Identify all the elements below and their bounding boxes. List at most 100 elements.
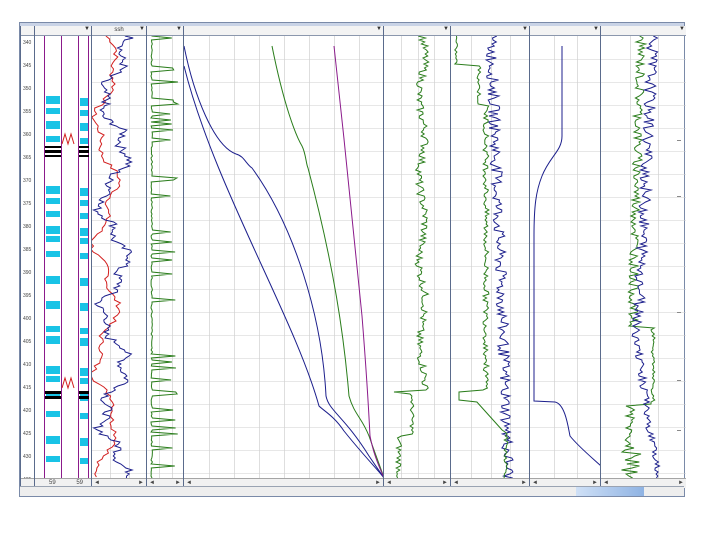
res1-curve (384, 36, 450, 478)
res2-panel (451, 36, 529, 478)
edge-tick (677, 140, 681, 141)
lithology-block (80, 378, 88, 384)
edge-tick (677, 312, 681, 313)
track-header (21, 26, 34, 36)
depth-label: 400 (23, 316, 32, 322)
pressure-purple (333, 45, 383, 477)
res1-panel (384, 36, 450, 478)
track-header[interactable]: ▼ (184, 26, 383, 36)
lithology-block (46, 186, 60, 194)
lithology-block (46, 411, 60, 417)
depth-label: 345 (23, 63, 32, 69)
res2-curves (451, 36, 529, 478)
lithology-coal (45, 391, 61, 394)
lithology-block (46, 326, 60, 332)
lithology-block (46, 108, 60, 114)
track-depth: 340 345 350 355 360 365 370 375 380 385 390 395 400 4… (20, 26, 34, 488)
depth-label: 405 (23, 339, 32, 345)
res2-blue-curve (484, 36, 514, 478)
depth-label: 385 (23, 247, 32, 253)
track-temp: ▼ ◄ ► (529, 26, 600, 488)
edge-tick (677, 380, 681, 381)
pressure-curves (184, 36, 383, 478)
lithology-block (46, 96, 60, 104)
lithology-block (80, 328, 88, 334)
track-header[interactable]: ▼ (601, 26, 686, 36)
dropdown-icon[interactable]: ▼ (139, 26, 145, 32)
dropdown-icon[interactable]: ▼ (679, 26, 685, 32)
lithology-block (80, 238, 88, 244)
logs-panel (601, 36, 686, 478)
logs-curves (601, 36, 686, 478)
track-logs: ▼ ◄ ► (600, 26, 686, 488)
lithology-block (46, 376, 60, 382)
ssh-red-curve (92, 36, 122, 478)
lithology-panel (35, 36, 91, 478)
dropdown-icon[interactable]: ▼ (522, 26, 528, 32)
gr-curve (150, 36, 180, 478)
track-header[interactable]: ▼ (451, 26, 529, 36)
lithology-block (46, 276, 60, 284)
lithology-block (80, 123, 88, 131)
depth-label: 350 (23, 86, 32, 92)
track-lithology: ▼ 59 59 (34, 26, 91, 488)
track-header[interactable]: ssh ▼ (92, 26, 146, 36)
lithology-block (80, 368, 88, 376)
lithology-block (80, 413, 88, 419)
depth-label: 370 (23, 178, 32, 184)
lithology-block (46, 436, 60, 444)
depth-label: 390 (23, 270, 32, 276)
lithology-block (46, 251, 60, 257)
dropdown-icon[interactable]: ▼ (176, 26, 182, 32)
status-bar (20, 486, 684, 496)
lithology-block (80, 110, 88, 116)
lithology-block (80, 278, 88, 286)
track-header[interactable]: ▼ (35, 26, 91, 36)
track-res2: ▼ ◄ ► (450, 26, 529, 488)
lithology-coal (79, 391, 89, 394)
depth-label: 395 (23, 293, 32, 299)
dropdown-icon[interactable]: ▼ (84, 26, 90, 32)
lithology-block (46, 211, 60, 217)
lithology-block (46, 198, 60, 204)
depth-label: 340 (23, 40, 32, 46)
depth-label: 410 (23, 362, 32, 368)
lithology-block (80, 253, 88, 259)
pressure-blue-1 (184, 45, 383, 478)
lithology-coal (79, 146, 89, 148)
lithology-block (80, 458, 88, 464)
perforation-mark (61, 376, 75, 390)
lithology-coal (45, 155, 61, 157)
lithology-block (80, 213, 88, 219)
edge-tick (677, 430, 681, 431)
lithology-block (80, 303, 88, 311)
lithology-block (46, 456, 60, 462)
gr-curve (147, 36, 183, 478)
depth-scale: 340 345 350 355 360 365 370 375 380 385 390 395 400 4… (21, 36, 34, 478)
lithology-coal (79, 396, 89, 399)
track-pressure: ▼ ◄ ► (183, 26, 383, 488)
lithology-block (80, 98, 88, 106)
dropdown-icon[interactable]: ▼ (593, 26, 599, 32)
track-title: ssh (114, 27, 124, 33)
vendor-logo (576, 487, 644, 496)
dropdown-icon[interactable]: ▼ (443, 26, 449, 32)
lithology-block (46, 336, 60, 344)
res1-curve (393, 36, 430, 478)
lithology-coal (45, 150, 61, 153)
dropdown-icon[interactable]: ▼ (376, 26, 382, 32)
depth-label: 355 (23, 109, 32, 115)
log-viewer-window: 340 345 350 355 360 365 370 375 380 385 390 395 400 4… (19, 22, 686, 497)
depth-label: 430 (23, 454, 32, 460)
track-header[interactable]: ▼ (384, 26, 450, 36)
track-header[interactable]: ▼ (147, 26, 183, 36)
lithology-block (80, 200, 88, 206)
ssh-panel (92, 36, 146, 478)
depth-label: 360 (23, 132, 32, 138)
lithology-block (46, 366, 60, 374)
depth-label: 375 (23, 201, 32, 207)
track-ssh: ssh ▼ ◄ ► (91, 26, 146, 488)
lithology-block (80, 338, 88, 346)
lithology-block (46, 236, 60, 242)
track-header[interactable]: ▼ (530, 26, 600, 36)
